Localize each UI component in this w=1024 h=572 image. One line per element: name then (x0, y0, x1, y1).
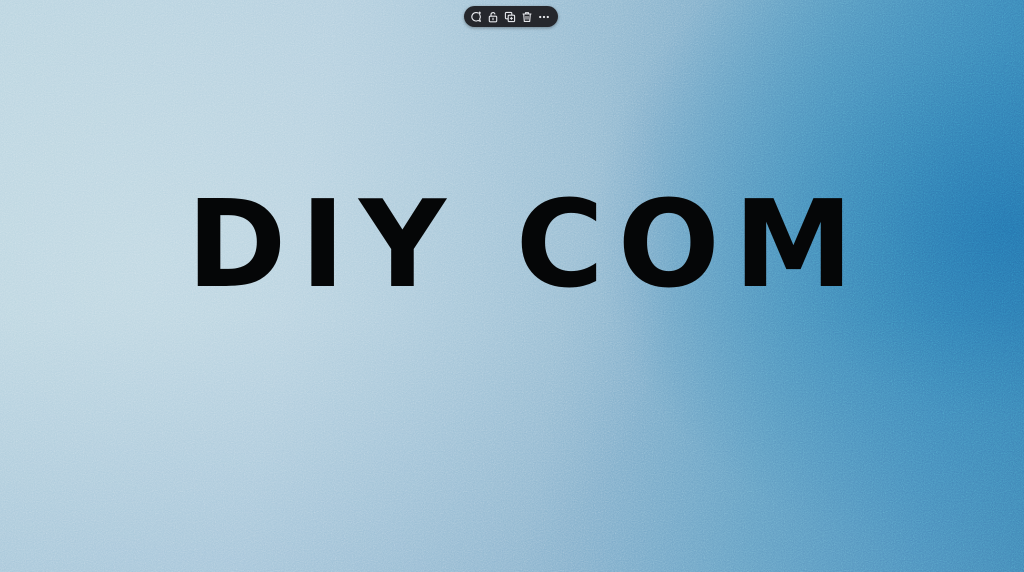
unlock-icon (488, 11, 498, 22)
add-comment-button[interactable] (468, 9, 484, 25)
more-options-button[interactable] (536, 9, 552, 25)
comment-add-icon (471, 11, 481, 22)
element-floating-toolbar (464, 6, 558, 27)
headline-text[interactable]: DIY COM (0, 186, 1024, 306)
trash-icon (522, 11, 532, 22)
more-options-icon (539, 15, 549, 18)
design-canvas[interactable]: DIY COM (0, 0, 1024, 572)
duplicate-button[interactable] (502, 9, 518, 25)
duplicate-icon (504, 11, 516, 22)
lock-button[interactable] (485, 9, 501, 25)
delete-button[interactable] (519, 9, 535, 25)
